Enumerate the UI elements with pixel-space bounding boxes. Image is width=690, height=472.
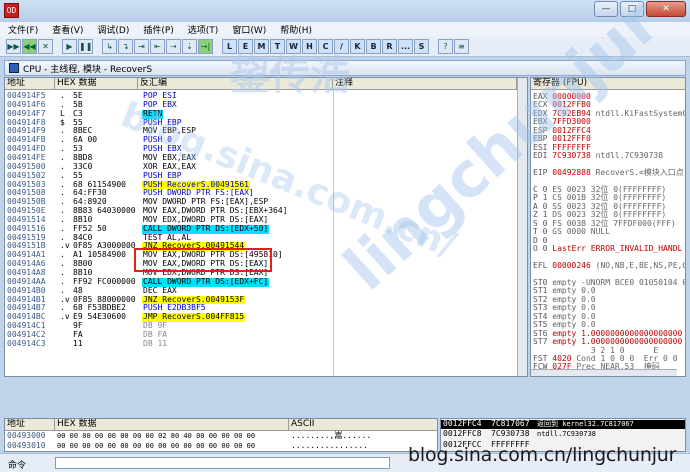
dump-ascii: ........,嵩...... — [291, 431, 372, 440]
go-to-origin-button[interactable]: →| — [198, 39, 213, 54]
register-note: RecoverS.<模块入口点 — [595, 168, 684, 178]
stack-value: 7C817067 — [491, 419, 530, 428]
cpu-icon — [9, 63, 19, 73]
ollydbg-window: OD — □ ✕ 文件(F) 查看(V) 调试(D) 插件(P) 选项(T) 窗… — [0, 0, 690, 472]
register-line[interactable]: O 0 LastErr ERROR_INVALID_HANDL — [533, 244, 682, 253]
menu-debug[interactable]: 调试(D) — [97, 23, 129, 36]
references-window-button[interactable]: R — [382, 39, 397, 54]
blog-url-watermark: blog.sina.com.cn/lingchunjur — [408, 444, 677, 466]
open-button[interactable]: ▶▶ — [6, 39, 21, 54]
register-value: 7C930738 — [552, 151, 596, 161]
breakpoints-window-button[interactable]: B — [366, 39, 381, 54]
menu-file[interactable]: 文件(F) — [8, 23, 38, 36]
register-note: ntdll.KiFastSystemC — [595, 108, 686, 118]
app-logo-icon[interactable]: OD — [4, 3, 19, 18]
register-line[interactable]: EFL 00000246 (NO,NB,E,BE,NS,PE,GE — [533, 261, 686, 270]
run-trace-button[interactable]: ... — [398, 39, 413, 54]
dump-row[interactable]: 00493010 00 00 00 00 00 00 00 00 00 00 00… — [5, 440, 437, 451]
register-note: GS 0000 NULL — [552, 227, 611, 237]
dump-rows: 00493000 00 00 00 00 00 00 00 00 02 80 40… — [5, 431, 437, 451]
memory-dump-pane[interactable]: 地址 HEX 数据 ASCII 00493000 00 00 00 00 00 0… — [4, 418, 438, 452]
disasm-row[interactable]: 004914C3 11 DB 11 — [5, 338, 517, 349]
run-button[interactable]: ▶ — [62, 39, 77, 54]
dump-hex: 00 00 00 00 00 00 00 00 02 80 40 00 00 0… — [57, 432, 256, 440]
restart-button[interactable]: ◀◀ — [22, 39, 37, 54]
dump-address: 00493000 — [7, 431, 46, 440]
register-line[interactable]: EDI 7C930738 ntdll.7C930738 — [533, 151, 663, 160]
cpu-window-title: CPU - 主线程, 模块 - RecoverS — [23, 64, 153, 75]
pause-button[interactable]: ❚❚ — [78, 39, 93, 54]
menu-plugins[interactable]: 插件(P) — [143, 23, 173, 36]
trace-over-button[interactable]: ⇤ — [150, 39, 165, 54]
step-over-button[interactable]: ↴ — [118, 39, 133, 54]
dump-header-address[interactable]: 地址 — [5, 419, 55, 431]
callstack-window-button[interactable]: K — [350, 39, 365, 54]
disasm-instruction: DB 11 — [143, 338, 168, 348]
help-button[interactable]: ? — [438, 39, 453, 54]
stack-value: 7C930738 — [491, 429, 530, 439]
disasm-hex: 11 — [73, 338, 83, 348]
options-button[interactable]: ≡ — [454, 39, 469, 54]
register-value: 00000246 — [552, 261, 596, 270]
menu-window[interactable]: 窗口(W) — [232, 23, 266, 36]
highlight-box — [134, 248, 272, 272]
stack-row[interactable]: 0012FFC8 7C930738 ntdll.7C930738 — [441, 429, 685, 439]
register-line[interactable]: EIP 00492888 RecoverS.<模块入口点 — [533, 168, 684, 177]
close-program-button[interactable]: ✕ — [38, 39, 53, 54]
dump-header-hex[interactable]: HEX 数据 — [55, 419, 289, 431]
command-label: 命令 — [8, 461, 27, 471]
command-input[interactable] — [55, 457, 390, 469]
goto-button[interactable]: ⇣ — [182, 39, 197, 54]
stack-address: 0012FFC8 — [443, 429, 482, 439]
disasm-address: 004914C3 — [7, 338, 46, 348]
register-note: LastErr ERROR_INVALID_HANDL — [552, 244, 683, 254]
disasm-marker: .v — [60, 312, 70, 322]
register-name: O 0 — [533, 244, 553, 254]
dump-address: 00493010 — [7, 440, 46, 450]
dump-ascii: ................ — [291, 440, 369, 450]
dump-hex: 00 00 00 00 00 00 00 00 00 00 00 00 00 0… — [57, 441, 256, 450]
stack-note: ntdll.7C930738 — [537, 430, 597, 439]
stack-address: 0012FFC4 — [443, 419, 482, 428]
stack-note: 返回到 kernel32.7C817067 — [537, 420, 634, 428]
register-name: EFL — [533, 261, 553, 270]
watermark-cn: 鋆传浩 — [230, 53, 350, 99]
column-header-comment[interactable]: 注释 — [333, 78, 517, 90]
execute-till-return-button[interactable]: ⇢ — [166, 39, 181, 54]
column-header-address[interactable]: 地址 — [5, 78, 55, 90]
trace-into-button[interactable]: ⇥ — [134, 39, 149, 54]
register-note: ntdll.7C930738 — [595, 151, 664, 161]
menu-options[interactable]: 选项(T) — [188, 23, 219, 36]
menu-view[interactable]: 查看(V) — [52, 23, 83, 36]
source-window-button[interactable]: S — [414, 39, 429, 54]
register-name: EIP — [533, 168, 553, 178]
register-value: 00492888 — [552, 168, 596, 178]
registers-hscroll[interactable] — [531, 369, 677, 376]
register-note: (NO,NB,E,BE,NS,PE,GE — [595, 261, 686, 270]
column-header-hex[interactable]: HEX 数据 — [55, 78, 138, 90]
step-into-button[interactable]: ↳ — [102, 39, 117, 54]
stack-row[interactable]: 0012FFC4 7C817067 返回到 kernel32.7C817067 — [441, 419, 685, 429]
dump-row[interactable]: 00493000 00 00 00 00 00 00 00 00 02 80 40… — [5, 431, 437, 441]
menu-help[interactable]: 帮助(H) — [280, 23, 312, 36]
dump-header-ascii[interactable]: ASCII — [289, 419, 437, 431]
